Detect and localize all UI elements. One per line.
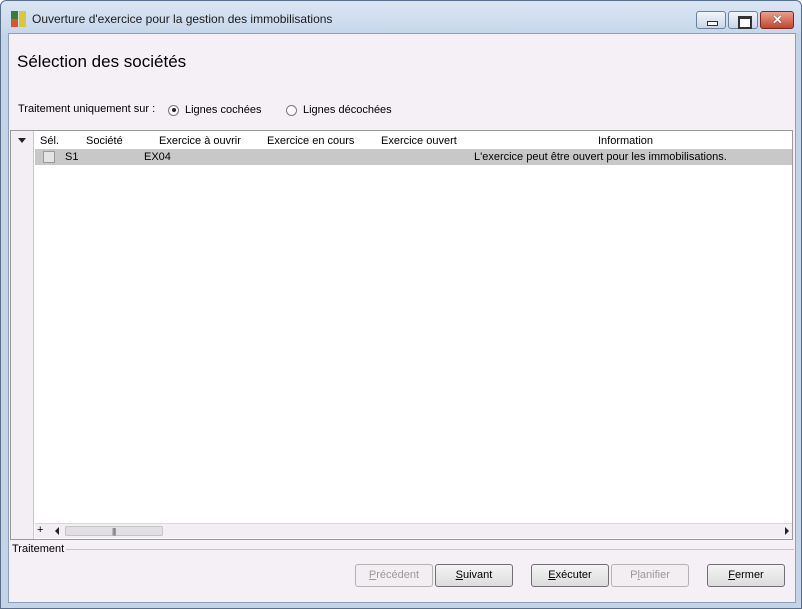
- dropdown-arrow-icon[interactable]: [18, 138, 26, 143]
- window-title: Ouverture d'exercice pour la gestion des…: [32, 12, 333, 26]
- minimize-button[interactable]: [696, 11, 726, 29]
- column-header-societe[interactable]: Société: [86, 135, 123, 147]
- radio-selected-icon: [168, 104, 179, 116]
- scroll-right-icon[interactable]: [785, 527, 789, 535]
- column-header-exercice-a-ouvrir[interactable]: Exercice à ouvrir: [159, 135, 241, 147]
- title-bar[interactable]: Ouverture d'exercice pour la gestion des…: [1, 1, 801, 34]
- next-button[interactable]: Suivant: [435, 564, 513, 587]
- scroll-thumb[interactable]: |||: [65, 526, 163, 536]
- grid-row-header: [11, 131, 34, 539]
- radio-unchecked-lines-label: Lignes décochées: [303, 104, 392, 116]
- app-window: Ouverture d'exercice pour la gestion des…: [0, 0, 802, 609]
- execute-button[interactable]: Exécuter: [531, 564, 609, 587]
- radio-checked-lines-label: Lignes cochées: [185, 104, 262, 116]
- previous-button[interactable]: Précédent: [355, 564, 433, 587]
- cell-exercice-a-ouvrir: EX04: [144, 151, 171, 163]
- column-header-exercice-en-cours[interactable]: Exercice en cours: [267, 135, 354, 147]
- table-row[interactable]: S1 EX04 L'exercice peut être ouvert pour…: [35, 149, 792, 165]
- maximize-button[interactable]: [728, 11, 758, 29]
- processing-mode-label: Traitement uniquement sur :: [18, 103, 156, 115]
- cell-societe: S1: [65, 151, 79, 163]
- scroll-left-icon[interactable]: [55, 527, 59, 535]
- column-header-information[interactable]: Information: [598, 135, 653, 147]
- row-select-checkbox[interactable]: [43, 151, 55, 163]
- client-area: Sélection des sociétés Traitement unique…: [8, 33, 796, 603]
- close-window-button[interactable]: [760, 11, 794, 29]
- radio-unchecked-lines[interactable]: Lignes décochées: [286, 104, 392, 116]
- radio-checked-lines[interactable]: Lignes cochées: [168, 104, 261, 116]
- schedule-button[interactable]: Planifier: [611, 564, 689, 587]
- section-divider: [66, 549, 794, 550]
- processing-section-label: Traitement: [12, 543, 67, 555]
- column-header-sel[interactable]: Sél.: [40, 135, 59, 147]
- cell-information: L'exercice peut être ouvert pour les imm…: [474, 151, 727, 163]
- close-button[interactable]: Fermer: [707, 564, 785, 587]
- app-icon: [11, 11, 27, 27]
- expand-icon[interactable]: +: [37, 524, 43, 536]
- page-title: Sélection des sociétés: [17, 52, 187, 71]
- companies-grid: Sél. Société Exercice à ouvrir Exercice …: [10, 130, 793, 540]
- grip-icon: |||: [112, 527, 116, 536]
- radio-unselected-icon: [286, 104, 297, 116]
- column-header-exercice-ouvert[interactable]: Exercice ouvert: [381, 135, 457, 147]
- horizontal-scrollbar[interactable]: + |||: [35, 523, 792, 538]
